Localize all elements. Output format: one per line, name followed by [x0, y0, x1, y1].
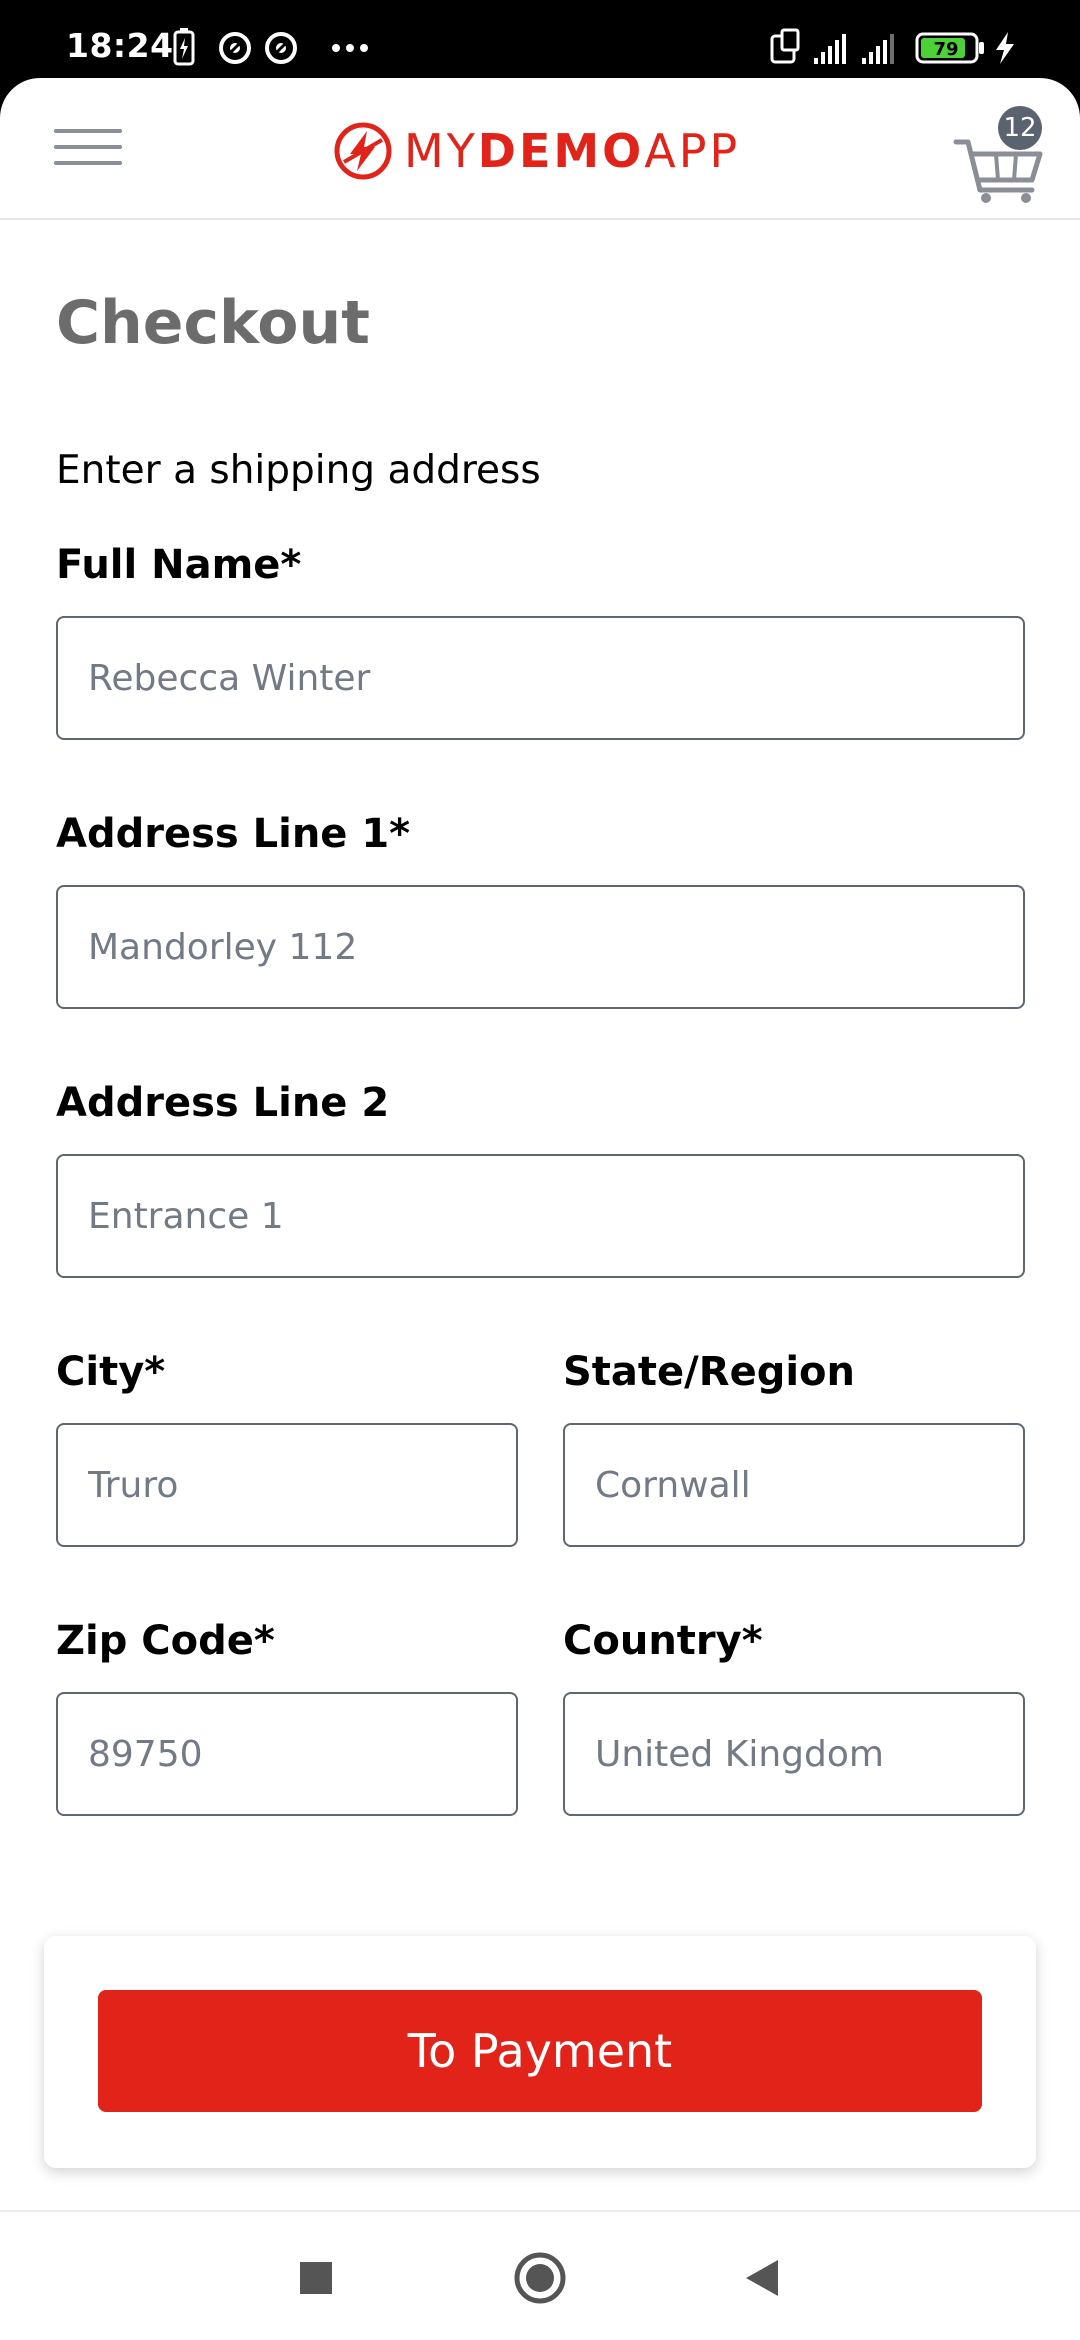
address-line-2-input[interactable] — [56, 1154, 1025, 1278]
back-button[interactable] — [732, 2248, 792, 2308]
address-line-2-label: Address Line 2 — [56, 1080, 390, 1126]
state-region-label: State/Region — [563, 1349, 856, 1395]
cart-count-badge: 12 — [998, 106, 1042, 150]
status-icons-left — [173, 28, 368, 66]
battery-saver-icon — [173, 28, 195, 66]
state-region-input[interactable] — [563, 1423, 1025, 1547]
app-logo: MYDEMOAPP — [334, 116, 740, 186]
menu-button[interactable] — [52, 123, 126, 173]
logo-text-my: MY — [404, 124, 478, 178]
home-button[interactable] — [510, 2248, 570, 2308]
charging-icon — [996, 32, 1014, 64]
lightning-logo-icon — [334, 122, 392, 180]
logo-text-demo: DEMO — [477, 124, 645, 178]
country-input[interactable] — [563, 1692, 1025, 1816]
logo-text-app: APP — [644, 124, 741, 178]
battery-icon: 79 — [915, 32, 984, 64]
country-label: Country* — [563, 1618, 763, 1664]
address-line-1-input[interactable] — [56, 885, 1025, 1009]
vpn-icon — [265, 32, 297, 64]
more-dots-icon — [332, 44, 368, 52]
system-nav-bar — [0, 2210, 1080, 2340]
recents-square-icon — [300, 2262, 332, 2294]
signal-icon — [814, 34, 846, 64]
screen-rotate-icon — [770, 28, 800, 64]
home-circle-icon — [514, 2252, 566, 2304]
city-label: City* — [56, 1349, 166, 1395]
svg-text:79: 79 — [933, 39, 958, 60]
cart-button[interactable]: 12 — [952, 104, 1052, 204]
signal-icon — [862, 34, 894, 64]
section-title: Enter a shipping address — [56, 448, 541, 493]
address-line-1-label: Address Line 1* — [56, 811, 411, 857]
status-time: 18:24 — [66, 26, 174, 65]
to-payment-button[interactable]: To Payment — [98, 1990, 982, 2112]
app-header: MYDEMOAPP 12 — [0, 78, 1080, 220]
logo-text: MYDEMOAPP — [404, 124, 740, 178]
zip-code-label: Zip Code* — [56, 1618, 275, 1664]
status-icons-right: 79 — [770, 28, 1014, 64]
full-name-label: Full Name* — [56, 542, 302, 588]
zip-code-input[interactable] — [56, 1692, 518, 1816]
recents-button[interactable] — [286, 2248, 346, 2308]
checkout-form: Checkout Enter a shipping address Full N… — [0, 220, 1080, 2210]
vpn-icon — [219, 32, 251, 64]
back-triangle-icon — [746, 2260, 778, 2296]
city-input[interactable] — [56, 1423, 518, 1547]
full-name-input[interactable] — [56, 616, 1025, 740]
payment-card: To Payment — [44, 1936, 1036, 2168]
page-title: Checkout — [56, 288, 370, 358]
